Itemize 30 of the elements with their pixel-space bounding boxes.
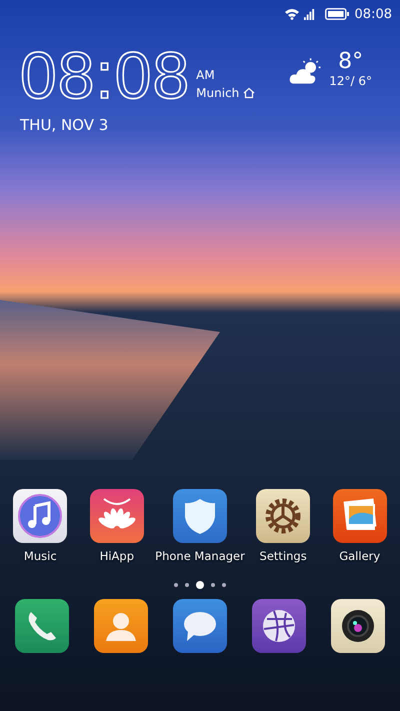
clock-time: 08:08 — [20, 44, 190, 106]
flower-logo-icon — [90, 489, 144, 543]
globe-icon — [252, 599, 306, 653]
date-text: THU, NOV 3 — [20, 116, 110, 134]
app-shortcut[interactable]: HiApp — [78, 489, 156, 563]
page-indicator-dot[interactable] — [222, 583, 226, 587]
phone-handset-icon — [14, 599, 69, 653]
speech-bubble-icon — [172, 599, 227, 653]
signal-icon — [304, 8, 315, 20]
city-name: Munich — [196, 86, 240, 100]
battery-icon — [324, 8, 349, 20]
photos-icon — [332, 489, 387, 543]
shield-icon — [173, 489, 227, 543]
wifi-icon — [284, 8, 300, 20]
gear-icon — [256, 489, 310, 543]
page-indicator-dot[interactable] — [174, 583, 178, 587]
page-indicator-dot[interactable] — [185, 583, 189, 587]
person-icon — [94, 599, 148, 653]
app-shortcut[interactable]: Music — [2, 489, 79, 563]
app-shortcut[interactable]: Phone Manager — [155, 489, 245, 563]
app-shortcut[interactable]: Gallery — [321, 489, 398, 563]
temperature-range: 12°/ 6° — [329, 74, 372, 88]
status-time: 08:08 — [354, 6, 392, 22]
page-indicator-dot[interactable] — [211, 583, 215, 587]
app-shortcut[interactable]: Settings — [244, 489, 322, 563]
home-icon — [243, 87, 256, 99]
clock-meridiem: AM — [196, 68, 216, 82]
camera-lens-icon — [331, 599, 386, 653]
temperature: 8° — [338, 50, 364, 74]
music-note-icon — [13, 489, 68, 543]
